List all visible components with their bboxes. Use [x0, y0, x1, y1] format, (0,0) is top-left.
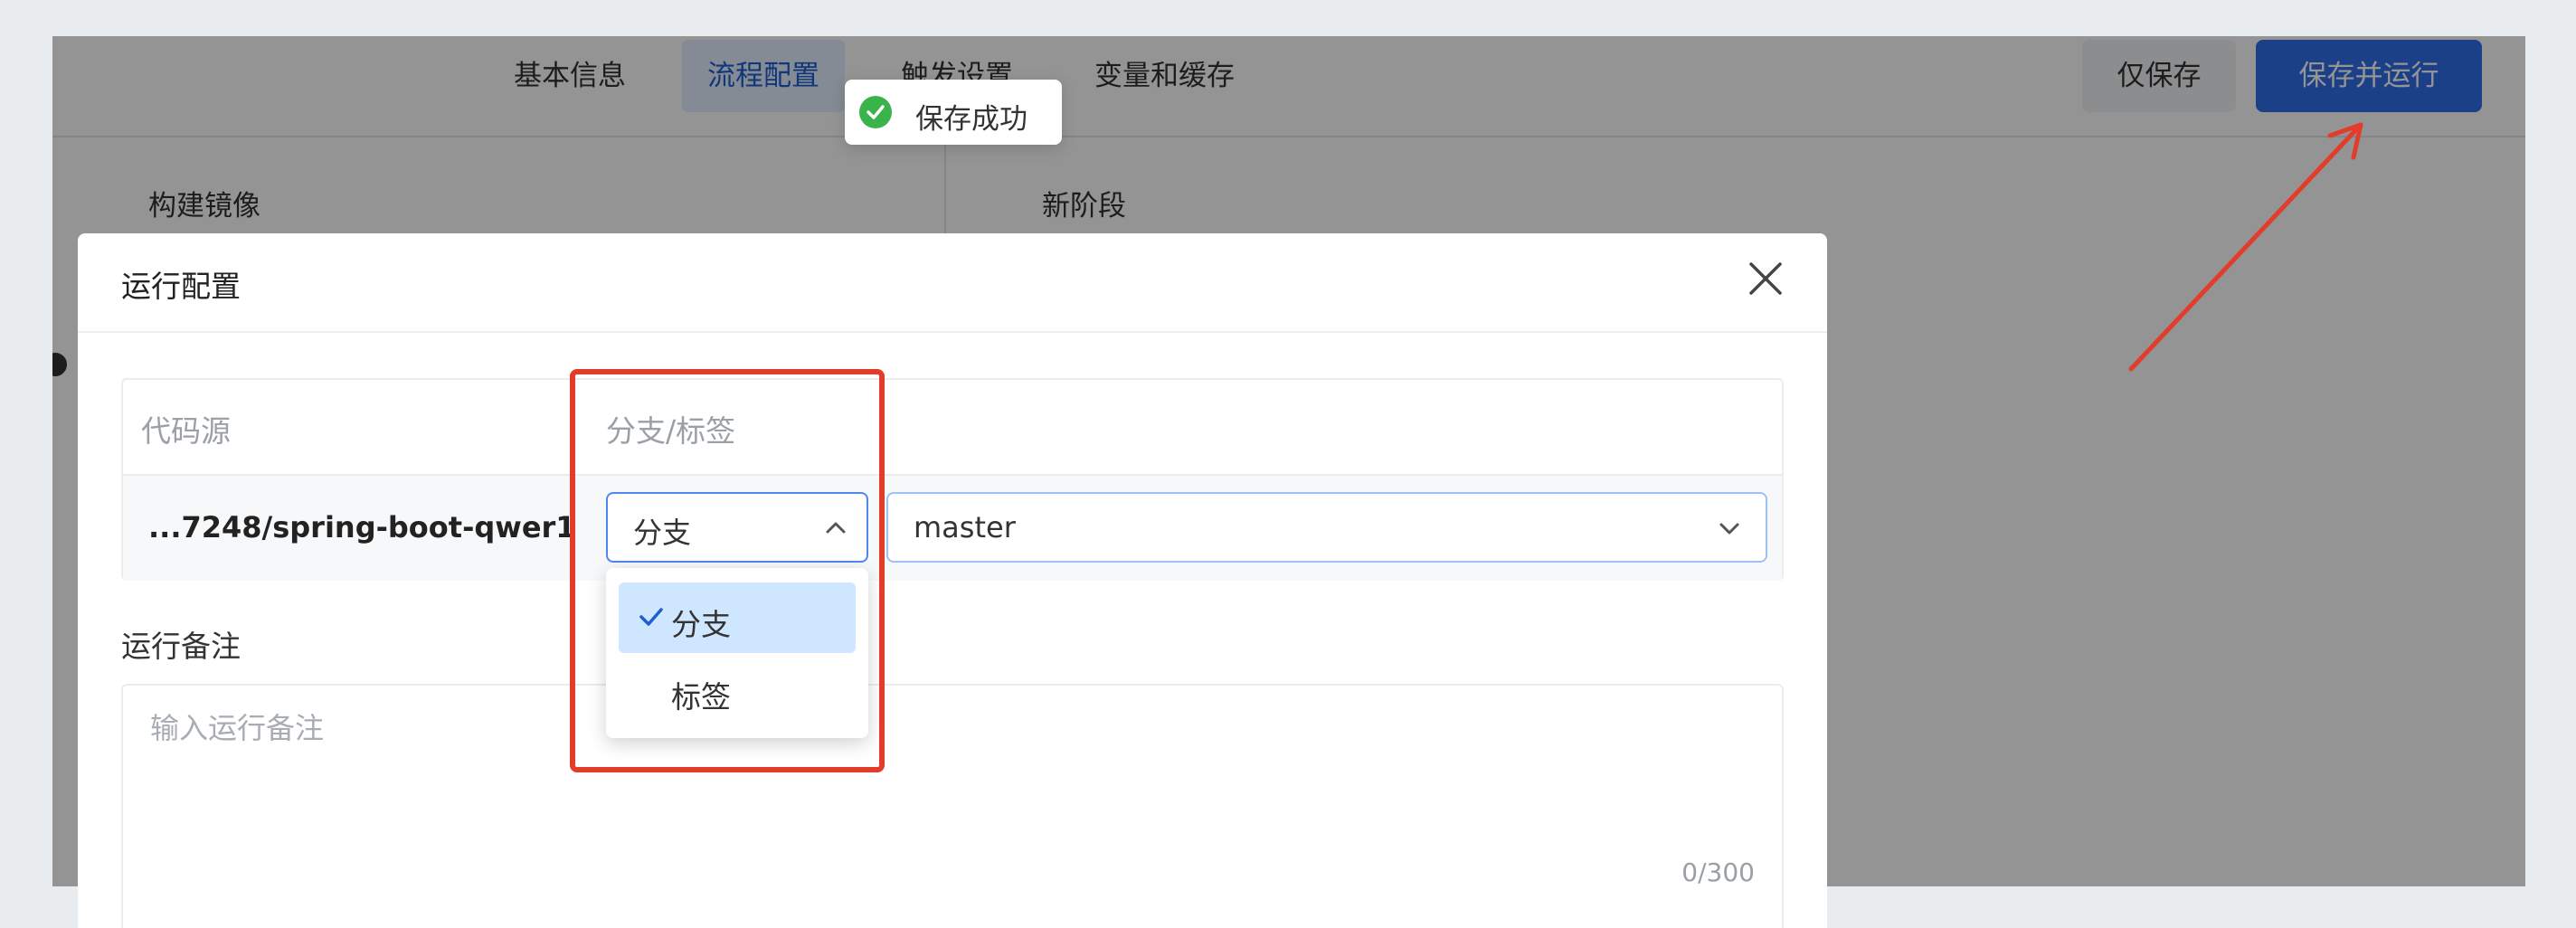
header-code-source: 代码源 [141, 413, 231, 449]
char-counter: 0/300 [1681, 857, 1755, 887]
toast-text: 保存成功 [915, 103, 1028, 136]
table-row: ...7248/spring-boot-qwer1 分支 master [123, 474, 1782, 581]
run-note-input[interactable]: 输入运行备注 0/300 [121, 684, 1784, 928]
annotation-arrow-icon [2128, 122, 2363, 372]
ref-value-text: master [914, 510, 1016, 544]
run-note-placeholder: 输入运行备注 [150, 711, 325, 745]
annotation-highlight-box [570, 369, 885, 772]
check-circle-icon [859, 96, 892, 128]
run-config-modal: 运行配置 代码源 分支/标签 ...7248/spring-boot-qwer1… [78, 233, 1827, 928]
modal-title: 运行配置 [121, 269, 241, 304]
close-icon[interactable] [1747, 260, 1784, 297]
chevron-down-icon [1719, 523, 1739, 535]
ref-value-select[interactable]: master [886, 492, 1767, 563]
repo-name: ...7248/spring-boot-qwer1 [148, 510, 576, 544]
modal-header: 运行配置 [78, 233, 1827, 333]
run-note-label: 运行备注 [121, 629, 241, 664]
success-toast: 保存成功 [845, 80, 1062, 145]
source-table: 代码源 分支/标签 ...7248/spring-boot-qwer1 分支 m… [121, 378, 1784, 581]
